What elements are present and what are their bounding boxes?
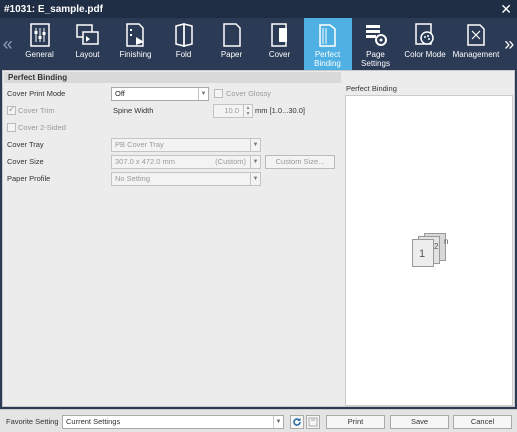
- chevron-down-icon: ▼: [250, 156, 260, 168]
- paper-profile-select[interactable]: No Setting ▼: [111, 172, 261, 186]
- tab-paper[interactable]: Paper: [208, 18, 256, 70]
- paper-icon: [219, 22, 245, 48]
- cover-2sided-checkbox[interactable]: [7, 123, 16, 132]
- cover-size-select[interactable]: 307.0 x 472.0 mm (Custom) ▼: [111, 155, 261, 169]
- save-favorite-button[interactable]: [306, 415, 320, 429]
- cover-print-mode-select[interactable]: Off ▼: [111, 87, 209, 101]
- binding-preview: 1 2 n: [345, 95, 513, 406]
- section-title: Perfect Binding: [4, 72, 341, 83]
- tab-general[interactable]: General: [16, 18, 64, 70]
- spine-width-unit: mm [1.0...30.0]: [255, 106, 306, 115]
- page-number-2: 2: [434, 242, 439, 251]
- tab-color-mode[interactable]: Color Mode: [400, 18, 451, 70]
- tab-fold[interactable]: Fold: [160, 18, 208, 70]
- select-value: 307.0 x 472.0 mm: [115, 157, 176, 166]
- scroll-right-icon[interactable]: »: [502, 18, 517, 70]
- tab-perfect-binding[interactable]: Perfect Binding: [303, 18, 352, 70]
- paper-profile-label: Paper Profile: [7, 174, 51, 183]
- tab-strip: General Layout Finishing Fold Paper Cove…: [16, 18, 502, 70]
- cover-2sided-label: Cover 2-Sided: [18, 123, 66, 132]
- perfect-binding-icon: [315, 22, 341, 48]
- chevron-down-icon: ▼: [250, 173, 260, 185]
- spine-width-label: Spine Width: [113, 106, 154, 115]
- color-mode-icon: [412, 22, 438, 48]
- refresh-icon: [293, 418, 301, 426]
- settings-panel: Perfect Binding Cover Print Mode Off ▼ C…: [2, 70, 515, 407]
- select-value: Off: [115, 89, 125, 98]
- floppy-disk-icon: [308, 417, 318, 427]
- chevron-down-icon: ▼: [198, 88, 208, 100]
- layout-icon: [75, 22, 101, 48]
- cover-trim-label: Cover Trim: [18, 106, 55, 115]
- page-number-1: 1: [419, 248, 426, 260]
- spine-width-value: 10.0: [224, 106, 239, 115]
- toolbar: « General Layout Finishing Fold Paper Co…: [0, 18, 517, 70]
- tab-label: Paper: [220, 50, 243, 59]
- footer-bar: Favorite Setting Current Settings ▼ Prin…: [0, 409, 517, 432]
- tab-layout[interactable]: Layout: [64, 18, 112, 70]
- tab-finishing[interactable]: Finishing: [112, 18, 160, 70]
- select-value: No Setting: [115, 174, 151, 183]
- cover-icon: [267, 22, 293, 48]
- cover-glossy-checkbox[interactable]: [214, 89, 223, 98]
- select-suffix: (Custom): [215, 157, 246, 166]
- tab-label: Management: [452, 50, 500, 59]
- window-title: #1031: E_sample.pdf: [4, 3, 103, 15]
- close-icon[interactable]: ✕: [500, 1, 512, 17]
- tab-cover[interactable]: Cover: [256, 18, 304, 70]
- chevron-down-icon: ▼: [250, 139, 260, 151]
- management-icon: [463, 22, 489, 48]
- spine-width-input[interactable]: 10.0 ▲ ▼: [213, 104, 253, 118]
- select-value: PB Cover Tray: [115, 140, 164, 149]
- spinner-arrows-icon[interactable]: ▲ ▼: [243, 105, 252, 117]
- refresh-button[interactable]: [290, 415, 304, 429]
- title-bar: #1031: E_sample.pdf ✕: [0, 0, 517, 18]
- tab-label: General: [25, 50, 54, 59]
- tab-management[interactable]: Management: [451, 18, 502, 70]
- select-value: Current Settings: [66, 417, 121, 426]
- custom-size-button[interactable]: Custom Size...: [265, 155, 335, 169]
- cover-tray-label: Cover Tray: [7, 140, 44, 149]
- favorite-setting-select[interactable]: Current Settings ▼: [62, 415, 284, 429]
- cover-trim-checkbox[interactable]: [7, 104, 16, 115]
- cover-glossy-label: Cover Glossy: [226, 89, 272, 98]
- fold-icon: [171, 22, 197, 48]
- tab-label: Perfect Binding: [314, 50, 341, 68]
- cancel-button[interactable]: Cancel: [453, 415, 512, 429]
- general-icon: [27, 22, 53, 48]
- favorite-setting-label: Favorite Setting: [6, 417, 59, 426]
- tab-page-settings[interactable]: Page Settings: [352, 18, 400, 70]
- scroll-left-icon[interactable]: «: [0, 18, 16, 70]
- chevron-down-icon: ▼: [273, 416, 283, 428]
- preview-title: Perfect Binding: [346, 84, 397, 93]
- booklet-illustration: 1 2 n: [412, 233, 452, 267]
- page-number-n: n: [444, 237, 449, 246]
- tab-label: Layout: [75, 50, 100, 59]
- tab-label: Fold: [175, 50, 192, 59]
- page-settings-icon: [363, 22, 389, 48]
- finishing-icon: [123, 22, 149, 48]
- tab-label: Finishing: [119, 50, 152, 59]
- tab-label: Color Mode: [404, 50, 446, 59]
- save-button[interactable]: Save: [390, 415, 449, 429]
- print-button[interactable]: Print: [326, 415, 385, 429]
- cover-size-label: Cover Size: [7, 157, 44, 166]
- cover-tray-select[interactable]: PB Cover Tray ▼: [111, 138, 261, 152]
- tab-label: Cover: [268, 50, 291, 59]
- tab-label: Page Settings: [361, 50, 390, 68]
- cover-print-mode-label: Cover Print Mode: [7, 89, 66, 98]
